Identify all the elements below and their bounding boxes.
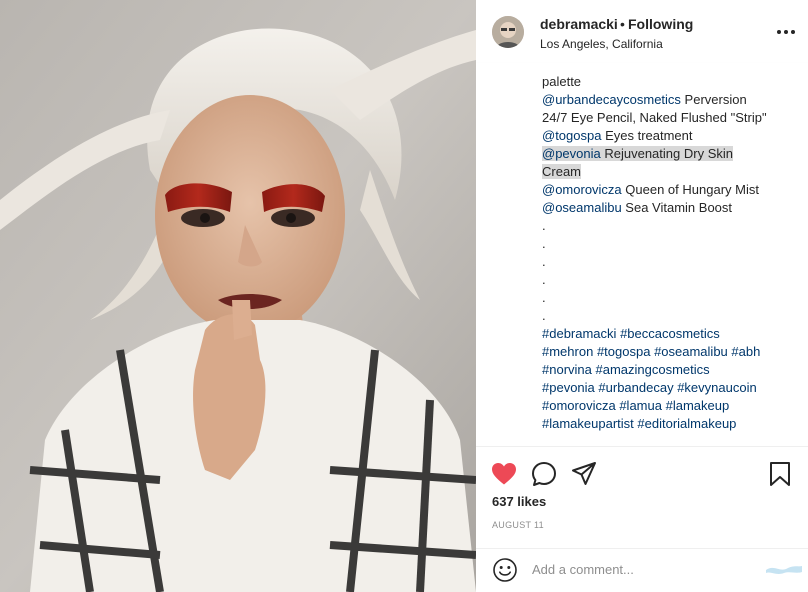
hashtag-link[interactable]: #norvina <box>542 362 592 377</box>
action-bar <box>476 446 808 498</box>
header-separator: • <box>620 16 625 32</box>
hashtag-link[interactable]: #omorovicza <box>542 398 616 413</box>
caption-text: Queen of Hungary Mist <box>621 182 759 197</box>
hashtag-link[interactable]: #oseamalibu <box>654 344 728 359</box>
post-comment-button[interactable] <box>766 562 802 576</box>
caption-line: #mehron #togospa #oseamalibu #abh <box>542 343 798 361</box>
caption-text: palette <box>542 74 582 89</box>
hashtag-link[interactable]: #kevynaucoin <box>677 380 757 395</box>
post-photo-illustration <box>0 0 476 592</box>
scroll-fade <box>476 62 808 72</box>
caption-text: Eyes treatment <box>601 128 693 143</box>
caption-line: @oseamalibu Sea Vitamin Boost <box>542 199 798 217</box>
hashtag-link[interactable]: #mehron <box>542 344 593 359</box>
post-details-panel: debramacki • Following Los Angeles, Cali… <box>476 0 808 592</box>
mention-link[interactable]: @omorovicza <box>542 182 622 197</box>
hashtag-link[interactable]: #lamakeupartist <box>542 416 634 431</box>
hashtag-link[interactable]: #debramacki <box>542 326 616 341</box>
caption-text: Rejuvenating Dry Skin <box>600 146 733 161</box>
post-caption: palette @urbandecaycosmetics Perversion 24… <box>542 73 798 433</box>
caption-line: . <box>542 307 798 325</box>
caption-text: . <box>542 290 546 305</box>
caption-line: . <box>542 271 798 289</box>
caption-text: Perversion <box>680 92 747 107</box>
comment-input[interactable] <box>532 559 752 579</box>
caption-line: @togospa Eyes treatment <box>542 127 798 145</box>
caption-text: . <box>542 236 546 251</box>
hashtag-link[interactable]: #editorialmakeup <box>637 416 736 431</box>
heart-filled-icon <box>492 463 516 485</box>
bookmark-icon <box>770 462 790 486</box>
caption-line: #debramacki #beccacosmetics <box>542 325 798 343</box>
username-link[interactable]: debramacki <box>540 16 618 32</box>
avatar-photo <box>492 16 524 48</box>
mention-link[interactable]: @oseamalibu <box>542 200 622 215</box>
caption-text: . <box>542 254 546 269</box>
likes-count[interactable]: 637 likes <box>492 494 546 509</box>
comment-icon <box>532 462 556 486</box>
save-button[interactable] <box>760 454 800 494</box>
post-photo[interactable] <box>0 0 476 592</box>
share-icon <box>572 462 596 485</box>
post-header: debramacki • Following Los Angeles, Cali… <box>476 0 808 62</box>
caption-text: Sea Vitamin Boost <box>621 200 733 215</box>
caption-text: 24/7 Eye Pencil, Naked Flushed "Strip" <box>542 110 767 125</box>
hashtag-link[interactable]: #amazingcosmetics <box>596 362 710 377</box>
caption-line: #norvina #amazingcosmetics <box>542 361 798 379</box>
mention-link[interactable]: @pevonia <box>542 146 601 161</box>
caption-line: . <box>542 289 798 307</box>
following-button[interactable]: Following <box>628 16 693 32</box>
caption-line: . <box>542 253 798 271</box>
caption-text: . <box>542 272 546 287</box>
more-horizontal-icon[interactable] <box>776 24 796 40</box>
caption-line: #lamakeupartist #editorialmakeup <box>542 415 798 433</box>
comments-scroll-area[interactable]: palette @urbandecaycosmetics Perversion 24… <box>476 62 808 446</box>
emoji-icon[interactable] <box>492 557 518 583</box>
like-button[interactable] <box>484 454 524 494</box>
hashtag-link[interactable]: #lamakeup <box>666 398 730 413</box>
caption-line: palette <box>542 73 798 91</box>
hashtag-link[interactable]: #pevonia <box>542 380 595 395</box>
hashtag-link[interactable]: #lamua <box>619 398 662 413</box>
caption-line: . <box>542 217 798 235</box>
caption-text: Cream <box>542 164 582 179</box>
comment-button[interactable] <box>524 454 564 494</box>
post-date[interactable]: AUGUST 11 <box>492 520 544 530</box>
caption-line: 24/7 Eye Pencil, Naked Flushed "Strip" <box>542 109 798 127</box>
caption-line: . <box>542 235 798 253</box>
mention-link[interactable]: @urbandecaycosmetics <box>542 92 681 107</box>
instagram-post: debramacki • Following Los Angeles, Cali… <box>0 0 808 592</box>
hashtag-link[interactable]: #urbandecay <box>598 380 673 395</box>
hashtag-link[interactable]: #beccacosmetics <box>620 326 720 341</box>
caption-line: @pevonia Rejuvenating Dry Skin <box>542 145 798 163</box>
hashtag-link[interactable]: #abh <box>731 344 760 359</box>
hashtag-link[interactable]: #togospa <box>597 344 651 359</box>
caption-line: #omorovicza #lamua #lamakeup <box>542 397 798 415</box>
avatar[interactable] <box>492 16 524 48</box>
caption-text: . <box>542 218 546 233</box>
comment-bar <box>476 548 808 592</box>
location-link[interactable]: Los Angeles, California <box>540 37 663 51</box>
caption-line: @urbandecaycosmetics Perversion <box>542 91 798 109</box>
caption-line: #pevonia #urbandecay #kevynaucoin <box>542 379 798 397</box>
mention-link[interactable]: @togospa <box>542 128 601 143</box>
caption-line: @omorovicza Queen of Hungary Mist <box>542 181 798 199</box>
share-button[interactable] <box>564 454 604 494</box>
caption-line: Cream <box>542 163 798 181</box>
caption-text: . <box>542 308 546 323</box>
